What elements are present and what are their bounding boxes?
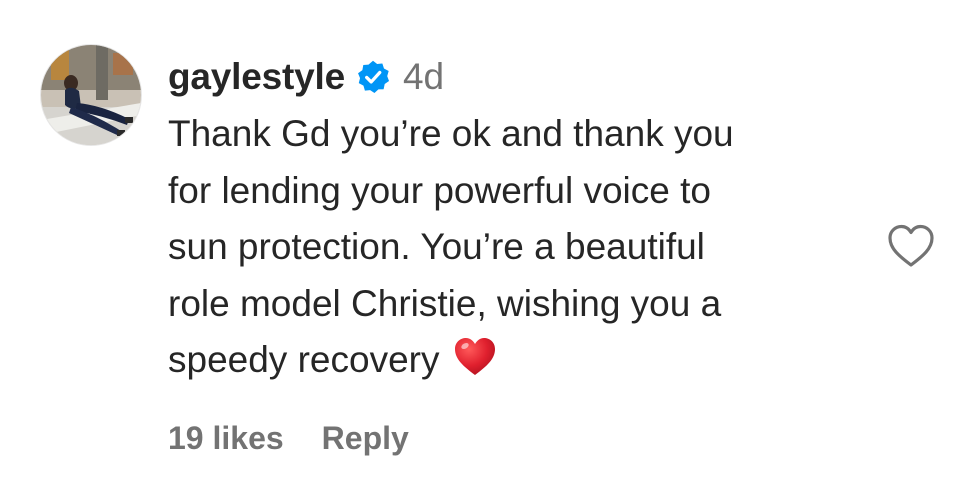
comment-footer: 19 likes Reply (168, 416, 409, 460)
red-heart-emoji-icon (453, 336, 497, 378)
username[interactable]: gaylestyle (168, 56, 345, 98)
comment-text-line: Thank Gd you’re ok and thank you (168, 113, 734, 154)
comment-text-line: sun protection. You’re a beautiful (168, 226, 705, 267)
reply-button[interactable]: Reply (322, 420, 409, 457)
avatar-photo (41, 45, 141, 145)
comment-text-last-line: speedy recovery (168, 332, 858, 389)
comment-header: gaylestyle 4d (168, 52, 444, 102)
comment-text-line: for lending your powerful voice to (168, 169, 711, 211)
comment-text: Thank Gd you’re ok and thank you for len… (168, 106, 858, 389)
avatar[interactable] (40, 44, 142, 146)
like-button[interactable] (886, 222, 936, 270)
comment-text-line: speedy recovery (168, 339, 440, 380)
likes-count[interactable]: 19 likes (168, 420, 284, 457)
verified-badge-icon (355, 59, 391, 95)
comment: gaylestyle 4d Thank Gd you’re ok and tha… (0, 0, 980, 496)
timestamp[interactable]: 4d (403, 56, 444, 98)
heart-outline-icon (888, 224, 934, 267)
comment-text-line: role model Christie, wishing you a (168, 282, 722, 324)
